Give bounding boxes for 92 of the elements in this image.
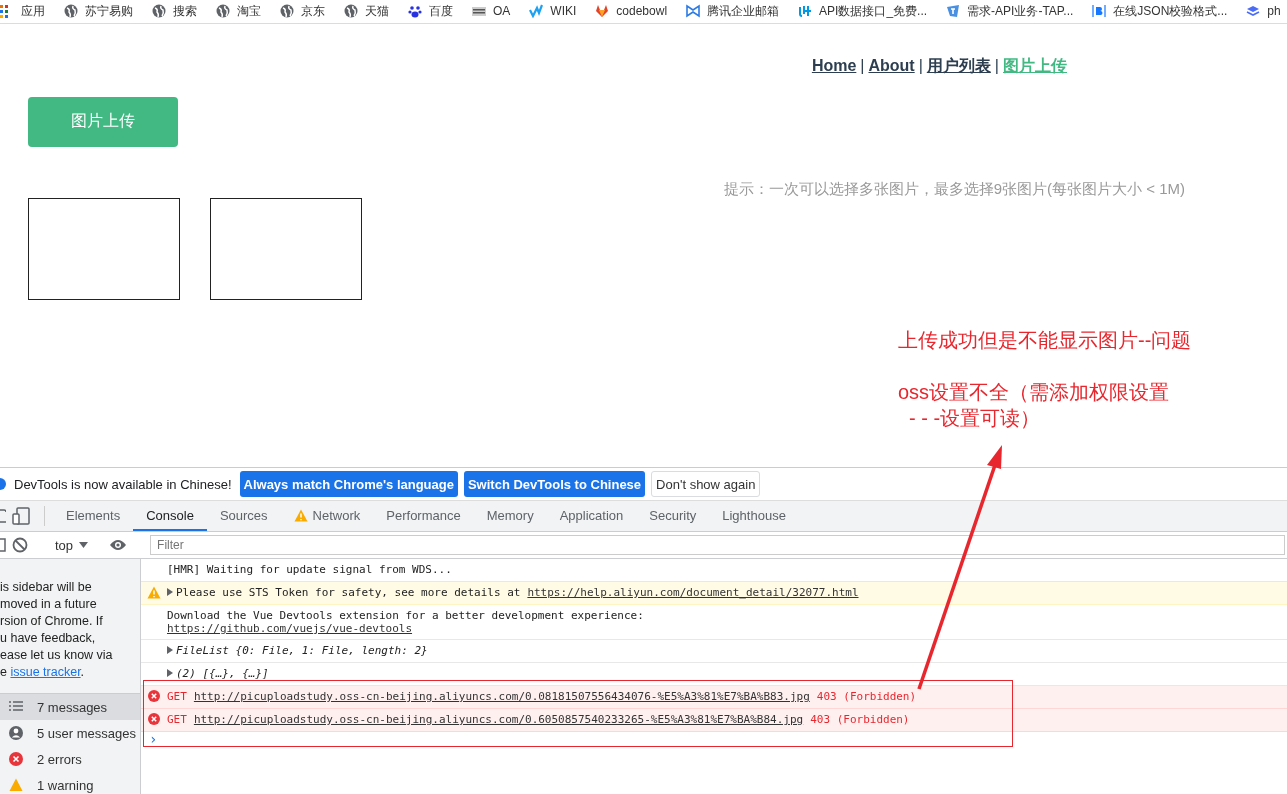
bookmark[interactable]: 应用 <box>0 2 45 20</box>
caret-icon <box>79 542 89 548</box>
fox-icon <box>595 4 610 19</box>
devtools-tab[interactable]: Sources <box>206 501 281 531</box>
devtools-tab[interactable]: Performance <box>373 501 474 531</box>
infobar-button[interactable]: Always match Chrome's language <box>239 471 458 497</box>
message-text: [HMR] Waiting for update signal from WDS... <box>167 563 452 576</box>
status-text: 403 (Forbidden) <box>810 713 910 726</box>
devtools-tab[interactable]: Network <box>280 501 374 531</box>
sidebar-note-text: is sidebar will be <box>0 579 93 596</box>
inspect-icon <box>0 508 6 524</box>
device-icon <box>12 507 30 525</box>
sidebar-note-text: moved in a future <box>0 596 98 613</box>
warning-icon <box>9 778 23 792</box>
request-method: GET <box>167 690 187 703</box>
url-link[interactable]: http://picuploadstudy.oss-cn-beijing.aliyuncs.com/0.6050857540233265-%E5%A3%81%E7%BA%B84.jpg <box>193 713 804 726</box>
sidebar-note-text: ease let us know via <box>0 647 114 664</box>
expand-icon <box>167 588 173 596</box>
url-link[interactable]: http://picuploadstudy.oss-cn-beijing.aliyuncs.com/0.08181507556434076-%E5%A3%81%E7%BA%B83.jpg <box>193 690 810 703</box>
bookmark[interactable]: API数据接口_免费... <box>798 2 928 20</box>
globe-icon <box>152 4 166 19</box>
nav-link[interactable]: Home <box>811 57 857 76</box>
bookmark[interactable]: 在线JSON校验格式... <box>1092 2 1228 20</box>
devtools-tab[interactable]: Security <box>636 501 710 531</box>
sidebar-filter-item[interactable]: 5 user messages <box>0 720 140 746</box>
sidebar-filter-item[interactable]: 7 messages <box>0 694 140 720</box>
url-link[interactable]: https://help.aliyun.com/document_detail/32077.html <box>527 586 859 599</box>
annotation-text: oss设置不全（需添加权限设置 - - -设置可读） <box>898 379 1171 431</box>
clear-icon <box>12 537 28 553</box>
infobar-message: DevTools is now available in Chinese! <box>14 476 232 492</box>
filter-field[interactable]: Filter <box>150 535 1285 555</box>
sidebar-filter-item[interactable]: 1 warning <box>0 772 140 794</box>
sidebar-note-text: . <box>80 665 85 679</box>
bookmark[interactable]: 搜索 <box>152 2 197 20</box>
nav-link[interactable]: About <box>868 57 915 76</box>
message-text: (2) [{…}, {…}] <box>176 667 269 680</box>
prompt-caret[interactable]: › <box>141 732 1287 746</box>
expand-icon <box>167 669 173 677</box>
bookmark[interactable]: ph <box>1246 4 1281 19</box>
bookmark[interactable]: 淘宝 <box>216 2 261 20</box>
warning-icon <box>147 586 161 599</box>
bookmark[interactable]: 京东 <box>280 2 325 20</box>
nav-separator: | <box>918 57 923 76</box>
sidebar-note-text: e <box>0 665 8 679</box>
nav-link[interactable]: 用户列表 <box>926 55 991 77</box>
devtools-tab[interactable]: Console <box>133 501 207 531</box>
error-icon <box>148 713 160 725</box>
expand-icon <box>167 646 173 654</box>
infobar-button[interactable]: Switch DevTools to Chinese <box>463 471 646 497</box>
bookmark[interactable]: codebowl <box>595 4 668 19</box>
user-icon <box>9 726 23 740</box>
nav-separator: | <box>860 57 865 76</box>
bowtie-icon <box>686 4 701 19</box>
error-icon <box>9 752 23 766</box>
annotation-text: 上传成功但是不能显示图片--问题 <box>898 327 1192 353</box>
hint-text: 提示：一次可以选择多张图片，最多选择9张图片(每张图片大小 < 1M) <box>723 179 1185 199</box>
devtools-tab[interactable]: Application <box>546 501 637 531</box>
nav-separator: | <box>994 57 999 76</box>
bookmark[interactable]: 天猫 <box>344 2 389 20</box>
bookmark[interactable]: 需求-API业务-TAP... <box>946 2 1074 20</box>
context-select[interactable]: top <box>51 537 93 553</box>
sidebar-icon <box>0 538 6 552</box>
sidebar-note-text: rsion of Chrome. If <box>0 613 104 630</box>
bookmark[interactable]: 腾讯企业邮箱 <box>686 2 780 20</box>
error-icon <box>148 690 160 702</box>
globe-icon <box>216 4 230 19</box>
info-icon <box>0 477 8 491</box>
bookmark[interactable]: 苏宁易购 <box>64 2 133 20</box>
message-text: Please use STS Token for safety, see more details at <box>176 586 521 599</box>
devtools-tab[interactable]: Memory <box>473 501 547 531</box>
sidebar-note-text: u have feedback, <box>0 630 97 647</box>
devtools-tab[interactable]: Lighthouse <box>709 501 799 531</box>
sidebar-filter-item[interactable]: 2 errors <box>0 746 140 772</box>
bookmark[interactable]: WIKI <box>529 4 577 19</box>
globe-icon <box>64 4 78 19</box>
stack-icon <box>1246 4 1261 19</box>
request-method: GET <box>167 713 187 726</box>
globe-icon <box>280 4 294 19</box>
infobar-button[interactable]: Don't show again <box>651 471 761 497</box>
globe-icon <box>344 4 358 19</box>
bookmark[interactable]: OA <box>472 4 511 19</box>
url-link[interactable]: https://github.com/vuejs/vue-devtools <box>167 622 644 635</box>
b-icon <box>1092 4 1107 19</box>
message-text: FileList {0: File, 1: File, length: 2} <box>176 644 428 657</box>
paw-icon <box>408 4 422 19</box>
message-text: Download the Vue Devtools extension for a better development experience: <box>167 609 644 622</box>
bookmark[interactable]: 百度 <box>408 2 453 20</box>
devtools-tab[interactable]: Elements <box>53 501 134 531</box>
issue-tracker-link[interactable]: issue tracker <box>10 665 81 679</box>
eye-icon <box>109 539 128 551</box>
list-icon <box>9 700 23 714</box>
status-text: 403 (Forbidden) <box>816 690 917 703</box>
